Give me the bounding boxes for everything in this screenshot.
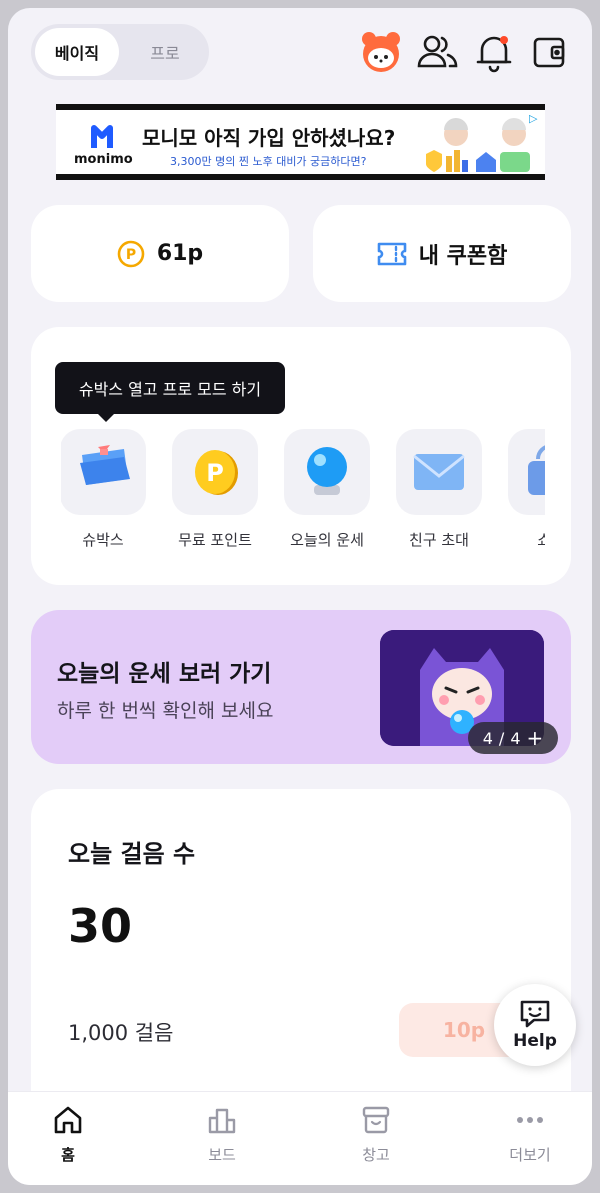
- banner-counter-separator: /: [498, 728, 505, 748]
- ad-subtitle: 3,300만 명의 찐 노후 대비가 궁금하다면?: [170, 155, 367, 168]
- crystal-ball-icon: [284, 429, 370, 515]
- quick-item-free-points[interactable]: P 무료 포인트: [165, 429, 265, 550]
- svg-text:P: P: [126, 247, 136, 263]
- shoebox-icon: [61, 429, 146, 515]
- quick-item-invite[interactable]: 친구 초대: [389, 429, 489, 550]
- quick-menu-list: 슈박스 P 무료 포인트 오늘의 운세 친구 초대 쇼: [61, 429, 545, 559]
- banner-page-counter[interactable]: 4 / 4 +: [468, 722, 558, 754]
- home-icon: [54, 1106, 82, 1134]
- banner-expand-icon: +: [526, 726, 544, 750]
- quick-item-fortune[interactable]: 오늘의 운세: [277, 429, 377, 550]
- quick-item-label: 오늘의 운세: [290, 531, 364, 549]
- steps-title: 오늘 걸음 수: [68, 840, 196, 868]
- coupon-label: 내 쿠폰함: [418, 243, 508, 269]
- steps-goal: 1,000 걸음: [68, 1021, 174, 1045]
- mode-toggle[interactable]: 베이직 프로: [31, 24, 209, 80]
- monimo-logo-icon: [91, 125, 113, 148]
- app-screen: 베이직 프로 monimo 모니모 아직 가입 안하셨나요? 3,300만 명의…: [8, 8, 592, 1185]
- character-avatar-icon[interactable]: [359, 30, 403, 74]
- points-value: 61p: [156, 241, 204, 266]
- pro-mode-tooltip: 슈박스 열고 프로 모드 하기: [55, 362, 285, 422]
- ad-brand: monimo: [74, 152, 133, 167]
- ad-title: 모니모 아직 가입 안하셨나요?: [142, 126, 396, 150]
- mode-basic-button[interactable]: 베이직: [35, 28, 119, 76]
- nav-home[interactable]: 홈: [18, 1104, 118, 1165]
- nav-label: 창고: [362, 1146, 390, 1164]
- help-button[interactable]: Help: [494, 984, 576, 1066]
- nav-label: 보드: [208, 1146, 236, 1164]
- friends-icon[interactable]: [416, 30, 460, 74]
- quick-item-shoebox[interactable]: 슈박스: [61, 429, 153, 550]
- board-icon: [208, 1108, 236, 1134]
- mode-pro-button[interactable]: 프로: [127, 28, 203, 76]
- fortune-banner[interactable]: 오늘의 운세 보러 가기 하루 한 번씩 확인해 보세요 4 / 4 +: [31, 610, 571, 764]
- ad-illustration-icon: [426, 118, 530, 172]
- wallet-icon[interactable]: [528, 30, 572, 74]
- banner-title: 오늘의 운세 보러 가기: [57, 661, 272, 687]
- more-dots-icon: [517, 1117, 543, 1123]
- nav-label: 더보기: [509, 1146, 551, 1164]
- nav-more[interactable]: 더보기: [480, 1104, 580, 1165]
- nav-board[interactable]: 보드: [172, 1104, 272, 1165]
- point-coin-icon: P: [117, 240, 145, 267]
- notification-bell-icon[interactable]: [472, 30, 516, 74]
- nav-label: 홈: [61, 1146, 75, 1164]
- envelope-icon: [396, 429, 482, 515]
- svg-text:P: P: [206, 459, 224, 487]
- quick-item-label: 쇼핑: [537, 531, 545, 549]
- coupon-ticket-icon: [377, 242, 406, 265]
- quick-item-label: 친구 초대: [409, 531, 469, 549]
- steps-card: 오늘 걸음 수 30 1,000 걸음 10p: [31, 789, 571, 1119]
- storage-box-icon: [362, 1106, 390, 1134]
- bottom-nav: 홈 보드 창고 더보기: [8, 1091, 592, 1185]
- quick-item-shopping[interactable]: 쇼핑: [501, 429, 545, 550]
- banner-counter-current: 4: [482, 728, 493, 748]
- coupon-card[interactable]: 내 쿠폰함: [313, 205, 571, 302]
- steps-value: 30: [68, 899, 133, 953]
- shopping-bag-icon: [508, 429, 545, 515]
- banner-subtitle: 하루 한 번씩 확인해 보세요: [57, 700, 274, 722]
- banner-counter-total: 4: [510, 728, 521, 748]
- chat-smile-icon: [520, 1000, 550, 1028]
- nav-storage[interactable]: 창고: [326, 1104, 426, 1165]
- quick-menu-card: 슈박스 열고 프로 모드 하기 슈박스 P 무료 포인트 오늘의 운세 친구 초…: [31, 327, 571, 585]
- ad-banner[interactable]: monimo 모니모 아직 가입 안하셨나요? 3,300만 명의 찐 노후 대…: [56, 104, 545, 180]
- points-card[interactable]: P 61p: [31, 205, 289, 302]
- quick-item-label: 무료 포인트: [178, 531, 252, 549]
- coin-icon: P: [172, 429, 258, 515]
- help-label: Help: [513, 1031, 557, 1051]
- quick-item-label: 슈박스: [82, 531, 124, 549]
